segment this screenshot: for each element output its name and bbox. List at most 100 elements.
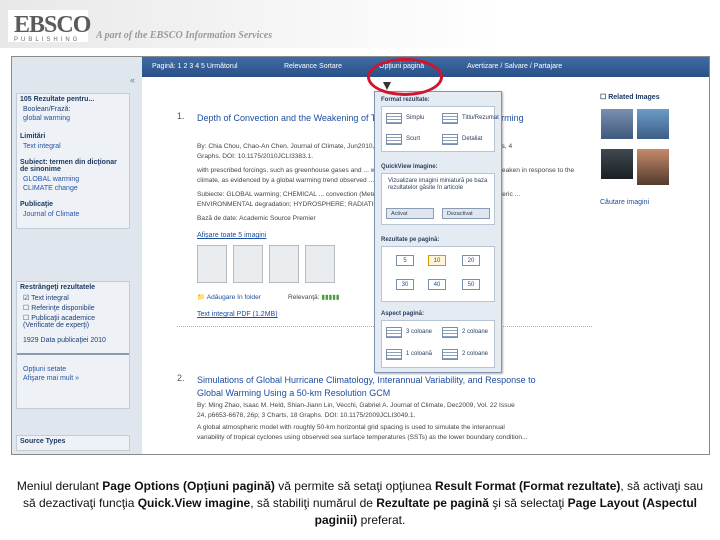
page-layout-heading: Aspect pagină: bbox=[381, 311, 425, 317]
right-column: ☐ Related Images Căutare imagini bbox=[597, 77, 709, 454]
layout-3col-option[interactable]: 3 coloane bbox=[406, 329, 432, 335]
caption-bold: Rezultate pe pagină bbox=[376, 496, 489, 510]
result-title-2[interactable]: Global Warming Using a 50-km Resolution … bbox=[197, 388, 390, 398]
related-image[interactable] bbox=[601, 149, 633, 179]
add-to-folder-label: Adăugare în folder bbox=[206, 294, 261, 301]
thumbnail-image[interactable] bbox=[197, 245, 227, 283]
publication-item[interactable]: Journal of Climate bbox=[17, 210, 129, 219]
add-to-folder[interactable]: 📁 Adăugare în folder bbox=[197, 293, 261, 301]
refine-references-label: Referinţe disponibile bbox=[31, 305, 95, 312]
related-image[interactable] bbox=[637, 109, 669, 139]
logo-tagline: A part of the EBSCO Information Services bbox=[96, 30, 273, 41]
page-layout-panel: 3 coloane 2 coloane 1 coloană 2 coloane bbox=[381, 320, 495, 368]
caption-text: Meniul derulant bbox=[16, 479, 103, 493]
query-text: global warming bbox=[23, 115, 71, 122]
cursor-pointer-icon bbox=[383, 82, 391, 90]
caption-text: vă permite să setaţi opţiunea bbox=[274, 479, 436, 493]
screenshot-frame: « 105 Rezultate pentru... Boolean/Frază:… bbox=[11, 56, 710, 455]
layout-2col-alt-option[interactable]: 2 coloane bbox=[462, 351, 488, 357]
refine-references-checkbox[interactable]: ☐ Referinţe disponibile bbox=[17, 303, 129, 313]
date-to[interactable]: 2010 bbox=[90, 337, 106, 344]
quickview-off-button[interactable]: Dezactivat bbox=[442, 208, 490, 219]
pagination[interactable]: Pagină: 1 2 3 4 5 Următorul bbox=[152, 63, 238, 70]
result-format-panel: Simplu Titlu/Rezumat Scurt Detaliat bbox=[381, 106, 499, 152]
caption: Meniul derulant Page Options (Opţiuni pa… bbox=[10, 478, 710, 529]
format-title-option[interactable]: Titlu/Rezumat bbox=[462, 115, 499, 121]
per-page-30[interactable]: 30 bbox=[396, 279, 414, 290]
quickview-on-button[interactable]: Activat bbox=[386, 208, 434, 219]
layout-3col-icon[interactable] bbox=[386, 327, 402, 338]
refine-scholarly-checkbox[interactable]: ☐ Publicaţii academice (Verificate de ex… bbox=[17, 313, 129, 330]
layout-2col-alt-icon[interactable] bbox=[442, 349, 458, 360]
per-page-20[interactable]: 20 bbox=[462, 255, 480, 266]
logo-name: EBSCO bbox=[14, 12, 91, 38]
search-history-panel: 105 Rezultate pentru... Boolean/Frază: g… bbox=[16, 93, 130, 229]
relevance-bar: ▮▮▮▮▮ bbox=[321, 294, 340, 301]
date-label: Data publicaţiei bbox=[40, 337, 89, 344]
highlight-oval bbox=[367, 58, 443, 96]
quickview-description: Vizualizare imagini miniatură pe baza re… bbox=[388, 178, 488, 191]
format-detailed-icon[interactable] bbox=[442, 134, 458, 145]
format-detailed-option[interactable]: Detaliat bbox=[462, 136, 482, 142]
quickview-panel: Vizualizare imagini miniatură pe baza re… bbox=[381, 173, 495, 225]
refine-results-panel: Restrângeţi rezultatele ☑ Text integral … bbox=[16, 281, 130, 409]
quickview-heading: QuickView imagine: bbox=[381, 164, 438, 170]
collapse-left-icon[interactable]: « bbox=[130, 75, 135, 85]
result-number: 2. bbox=[177, 373, 185, 383]
caption-bold: Quick.View imagine bbox=[137, 496, 251, 510]
refine-fulltext-label: Text integral bbox=[31, 295, 69, 302]
layout-2col-option[interactable]: 2 coloane bbox=[462, 329, 488, 335]
caption-text: şi să selectaţi bbox=[488, 496, 568, 510]
subject-global-warming[interactable]: GLOBAL warming bbox=[17, 175, 129, 184]
format-simple-option[interactable]: Simplu bbox=[406, 115, 424, 121]
date-slider[interactable] bbox=[17, 349, 129, 355]
related-image[interactable] bbox=[601, 109, 633, 139]
results-list: 1. Depth of Convection and the Weakening… bbox=[142, 77, 597, 454]
format-brief-option[interactable]: Scurt bbox=[406, 136, 420, 142]
date-range: 1929 Data publicaţiei 2010 bbox=[17, 336, 129, 345]
publication-heading: Publicaţie bbox=[20, 201, 54, 208]
share-dropdown[interactable]: Avertizare / Salvare / Partajare bbox=[467, 63, 562, 70]
format-simple-icon[interactable] bbox=[386, 113, 402, 124]
options-button[interactable]: Opţiuni setate bbox=[17, 365, 129, 374]
related-image[interactable] bbox=[637, 149, 669, 185]
caption-bold: Page Options (Opţiuni pagină) bbox=[102, 479, 275, 493]
source-types-panel[interactable]: Source Types bbox=[16, 435, 130, 451]
date-from[interactable]: 1929 bbox=[23, 337, 39, 344]
result-title[interactable]: Simulations of Global Hurricane Climatol… bbox=[197, 375, 536, 385]
layout-2col-icon[interactable] bbox=[442, 327, 458, 338]
limits-heading: Limitări bbox=[20, 133, 46, 140]
limit-fulltext[interactable]: Text integral bbox=[17, 142, 129, 151]
show-more-link[interactable]: Afişare mai mult » bbox=[17, 374, 129, 383]
per-page-10[interactable]: 10 bbox=[428, 255, 446, 266]
per-page-heading: Rezultate pe pagină: bbox=[381, 237, 440, 243]
per-page-5[interactable]: 5 bbox=[396, 255, 414, 266]
result-abstract: A global atmospheric model with roughly … bbox=[197, 424, 505, 431]
per-page-40[interactable]: 40 bbox=[428, 279, 446, 290]
result-database: Bază de date: Academic Source Premier bbox=[197, 215, 316, 222]
sort-dropdown[interactable]: Relevance Sortare bbox=[284, 63, 342, 70]
layout-1col-option[interactable]: 1 coloană bbox=[406, 351, 432, 357]
left-sidebar: « 105 Rezultate pentru... Boolean/Frază:… bbox=[12, 57, 142, 454]
per-page-50[interactable]: 50 bbox=[462, 279, 480, 290]
refine-scholarly-label: Publicaţii academice (Verificate de expe… bbox=[23, 315, 96, 329]
format-brief-icon[interactable] bbox=[386, 134, 402, 145]
query-label: Boolean/Frază: bbox=[23, 106, 71, 113]
caption-bold: Result Format (Format rezultate) bbox=[435, 479, 621, 493]
pdf-fulltext-link[interactable]: Text integral PDF (1.2MB) bbox=[197, 311, 278, 318]
thumbnail-image[interactable] bbox=[269, 245, 299, 283]
more-images-link[interactable]: Căutare imagini bbox=[600, 199, 649, 206]
result-thumbnails bbox=[197, 245, 335, 283]
subject-climate-change[interactable]: CLIMATE change bbox=[17, 184, 129, 193]
thumbnail-image[interactable] bbox=[233, 245, 263, 283]
thumbnail-image[interactable] bbox=[305, 245, 335, 283]
layout-1col-icon[interactable] bbox=[386, 349, 402, 360]
result-meta: 24, p6653-6678, 26p; 3 Charts, 18 Graphs… bbox=[197, 412, 416, 419]
refine-fulltext-checkbox[interactable]: ☑ Text integral bbox=[17, 293, 129, 303]
show-images-link[interactable]: Afişare toate 5 imagini bbox=[197, 232, 266, 239]
per-page-panel: 5 10 20 30 40 50 bbox=[381, 246, 495, 302]
relevance-label: Relevanţă: bbox=[288, 294, 320, 301]
result-format-heading: Format rezultate: bbox=[381, 97, 430, 103]
format-title-icon[interactable] bbox=[442, 113, 458, 124]
result-abstract-2: variability of tropical cyclones using o… bbox=[197, 434, 528, 441]
